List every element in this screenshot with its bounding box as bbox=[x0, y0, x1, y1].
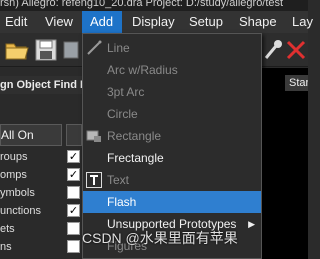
menu-bar: Edit View Add Display Setup Shape Lay bbox=[0, 11, 313, 33]
text-icon bbox=[85, 171, 103, 189]
watermark: CSDN @水果里面有苹果 bbox=[82, 230, 238, 246]
add-menu-item-circle[interactable]: Circle bbox=[83, 103, 261, 125]
nets-checkbox[interactable] bbox=[67, 222, 80, 235]
groups-checkbox[interactable]: ✓ bbox=[67, 150, 80, 163]
design-canvas[interactable] bbox=[262, 68, 308, 259]
add-menu-item-rectangle[interactable]: Rectangle bbox=[83, 125, 261, 147]
find-item-groups: roups bbox=[0, 151, 28, 163]
functions-checkbox[interactable]: ✓ bbox=[67, 204, 80, 217]
menu-edit[interactable]: Edit bbox=[5, 11, 27, 33]
menu-add[interactable]: Add bbox=[82, 11, 122, 33]
pins-checkbox[interactable] bbox=[67, 240, 80, 253]
find-item-comps: omps bbox=[0, 169, 27, 181]
delete-icon[interactable] bbox=[284, 38, 310, 62]
window-title: rsn) Allegro: refeng10_20.dra Project: D… bbox=[0, 0, 284, 9]
save-icon[interactable] bbox=[33, 38, 59, 62]
add-menu-item-text[interactable]: Text bbox=[83, 169, 261, 191]
find-item-symbols: ymbols bbox=[0, 187, 35, 199]
menu-shape[interactable]: Shape bbox=[239, 11, 277, 33]
menu-setup[interactable]: Setup bbox=[189, 11, 223, 33]
open-folder-icon[interactable] bbox=[4, 38, 30, 62]
menu-display[interactable]: Display bbox=[132, 11, 175, 33]
symbols-checkbox[interactable] bbox=[67, 186, 80, 199]
submenu-arrow-icon: ▶ bbox=[248, 219, 255, 229]
add-menu-item-line[interactable]: Line bbox=[83, 37, 261, 59]
add-menu-item-3pt-arc[interactable]: 3pt Arc bbox=[83, 81, 261, 103]
rectangle-icon bbox=[85, 127, 103, 145]
window-title-bar: rsn) Allegro: refeng10_20.dra Project: D… bbox=[0, 0, 308, 11]
add-menu-item-frectangle[interactable]: Frectangle bbox=[83, 147, 261, 169]
menu-view[interactable]: View bbox=[45, 11, 73, 33]
all-off-button[interactable] bbox=[66, 124, 82, 146]
toolbar-icon[interactable] bbox=[62, 38, 80, 62]
comps-checkbox[interactable]: ✓ bbox=[67, 168, 80, 181]
add-menu-dropdown: Line Arc w/Radius 3pt Arc Circle Rectang… bbox=[82, 33, 262, 259]
add-menu-item-arc-radius[interactable]: Arc w/Radius bbox=[83, 59, 261, 81]
add-menu-item-flash[interactable]: Flash bbox=[83, 191, 261, 213]
find-item-pins: ns bbox=[0, 241, 12, 253]
find-panel: gn Object Find Fi All On roups ✓ omps ✓ … bbox=[0, 68, 90, 259]
menu-layout[interactable]: Lay bbox=[292, 11, 313, 33]
all-on-button[interactable]: All On bbox=[0, 124, 62, 146]
find-panel-title: gn Object Find Fi bbox=[0, 76, 90, 94]
start-tab[interactable]: Star bbox=[285, 75, 308, 91]
find-item-nets: ets bbox=[0, 223, 15, 235]
find-item-functions: unctions bbox=[0, 205, 41, 217]
line-icon bbox=[85, 39, 103, 57]
